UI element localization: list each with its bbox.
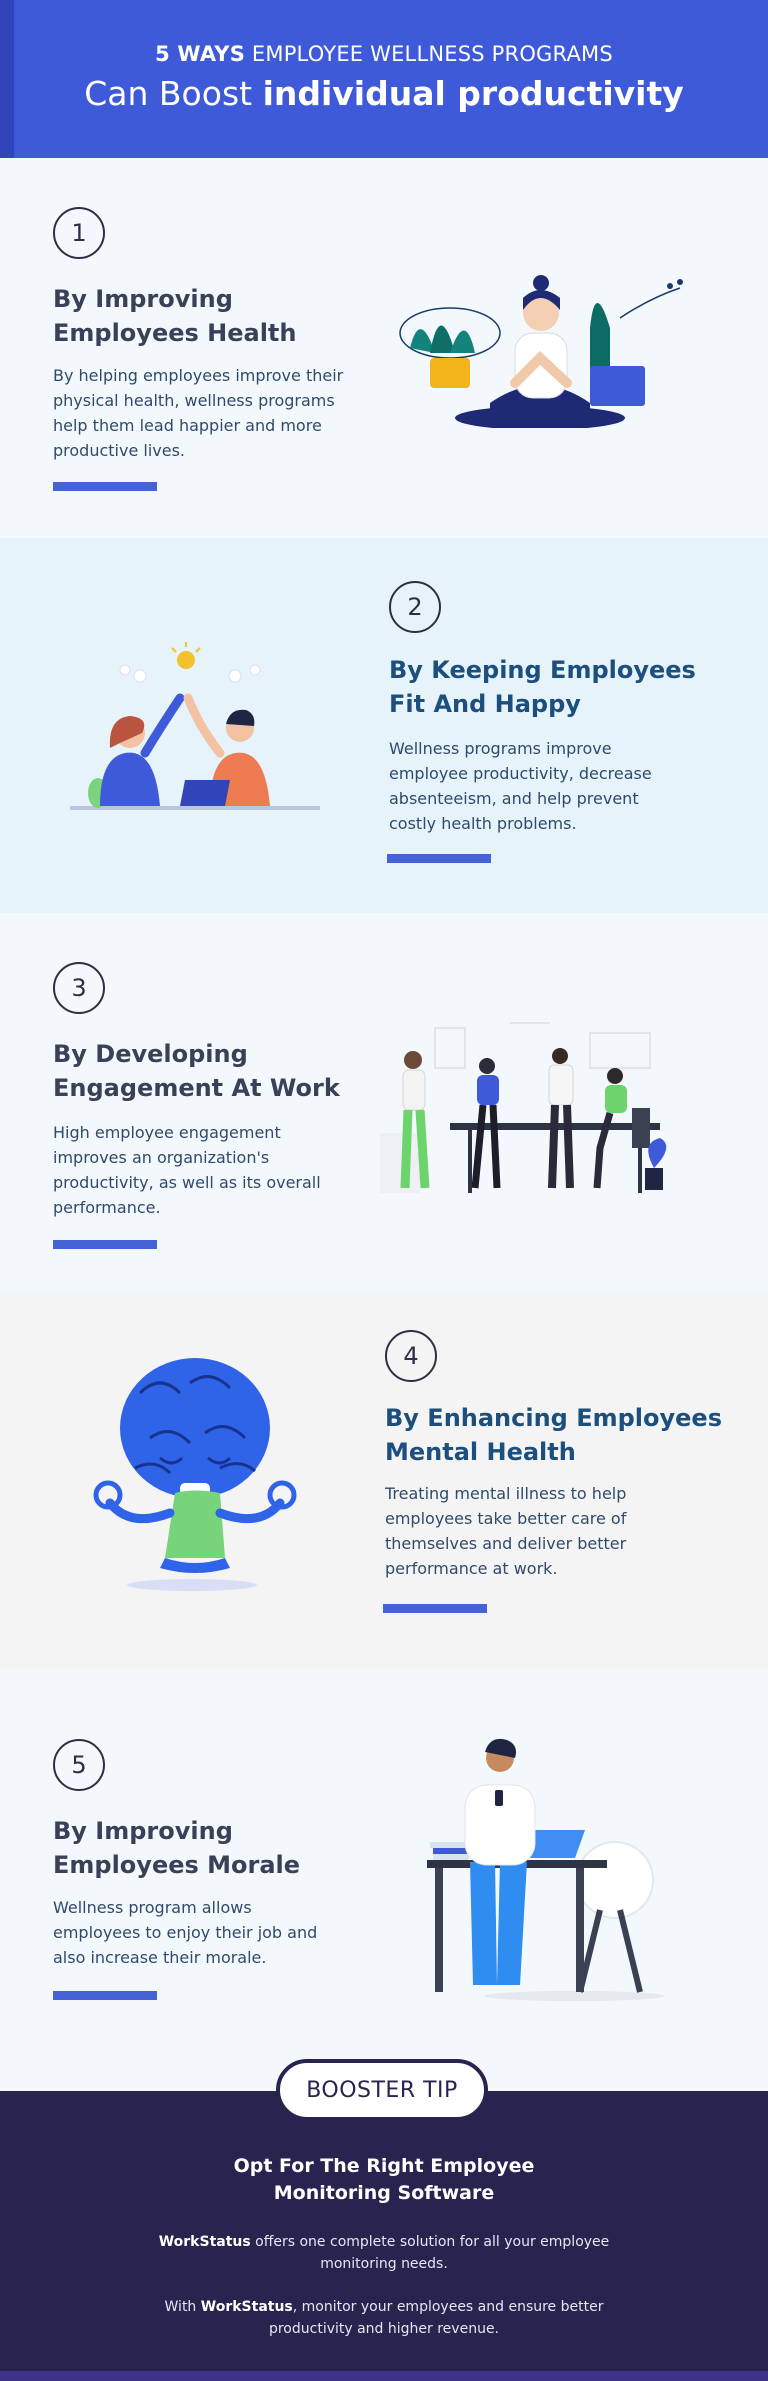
section-5-title: By Improving Employees Morale (53, 1817, 301, 1879)
high-five-illustration (70, 642, 320, 810)
section-4: 4 By Enhancing Employees Mental Health Tr… (0, 1293, 768, 1668)
step-number-1: 1 (53, 207, 105, 259)
section-1-description: By helping employees improve their physic… (53, 366, 344, 460)
infographic-page: 5 WAYS EMPLOYEE WELLNESS PROGRAMS Can Bo… (0, 0, 768, 2381)
section-5-accent-bar (53, 1991, 157, 2000)
section-2-title: By Keeping Employees Fit And Happy (389, 656, 696, 718)
meditation-illustration (399, 275, 683, 428)
section-2-description: Wellness programs improve employee produc… (389, 739, 652, 833)
section-3-title: By Developing Engagement At Work (53, 1040, 340, 1102)
section-1-accent-bar (53, 482, 157, 491)
header-subtitle: 5 WAYS EMPLOYEE WELLNESS PROGRAMS (155, 42, 613, 66)
header-banner: 5 WAYS EMPLOYEE WELLNESS PROGRAMS Can Bo… (0, 0, 768, 158)
step-number-4: 4 (385, 1330, 437, 1382)
section-2-accent-bar (387, 854, 491, 863)
header-title: Can Boost individual productivity (84, 74, 684, 113)
booster-tip-paragraph-1: WorkStatus offers one complete solution … (158, 2234, 610, 2272)
section-1: 1 By Improving Employees Health By helpin… (0, 158, 768, 538)
section-3-description: High employee engagement improves an orga… (53, 1123, 321, 1217)
booster-tip-title: Opt For The Right Employee Monitoring Sof… (233, 2155, 535, 2204)
booster-tip-paragraph-2: With WorkStatus, monitor your employees … (164, 2299, 604, 2337)
section-5: 5 By Improving Employees Morale Wellness … (0, 1668, 768, 2091)
step-number-5: 5 (53, 1739, 105, 1791)
section-4-accent-bar (383, 1604, 487, 1613)
standing-worker-illustration (427, 1738, 665, 2001)
booster-bottom-strip (0, 2371, 768, 2381)
section-4-description: Treating mental illness to help employees… (385, 1484, 627, 1578)
meditating-brain-illustration (93, 1358, 297, 1591)
section-2: 2 By Keeping Employees Fit And Happy Well… (0, 538, 768, 913)
team-meeting-illustration (380, 1022, 667, 1193)
step-number-3: 3 (53, 962, 105, 1014)
section-1-title: By Improving Employees Health (53, 285, 297, 347)
section-5-description: Wellness program allows employees to enjo… (53, 1898, 318, 1967)
section-3-accent-bar (53, 1240, 157, 1249)
section-4-title: By Enhancing Employees Mental Health (385, 1404, 722, 1466)
step-number-2: 2 (389, 581, 441, 633)
section-3: 3 By Developing Engagement At Work High e… (0, 913, 768, 1293)
booster-tip-badge: BOOSTER TIP (276, 2059, 488, 2121)
